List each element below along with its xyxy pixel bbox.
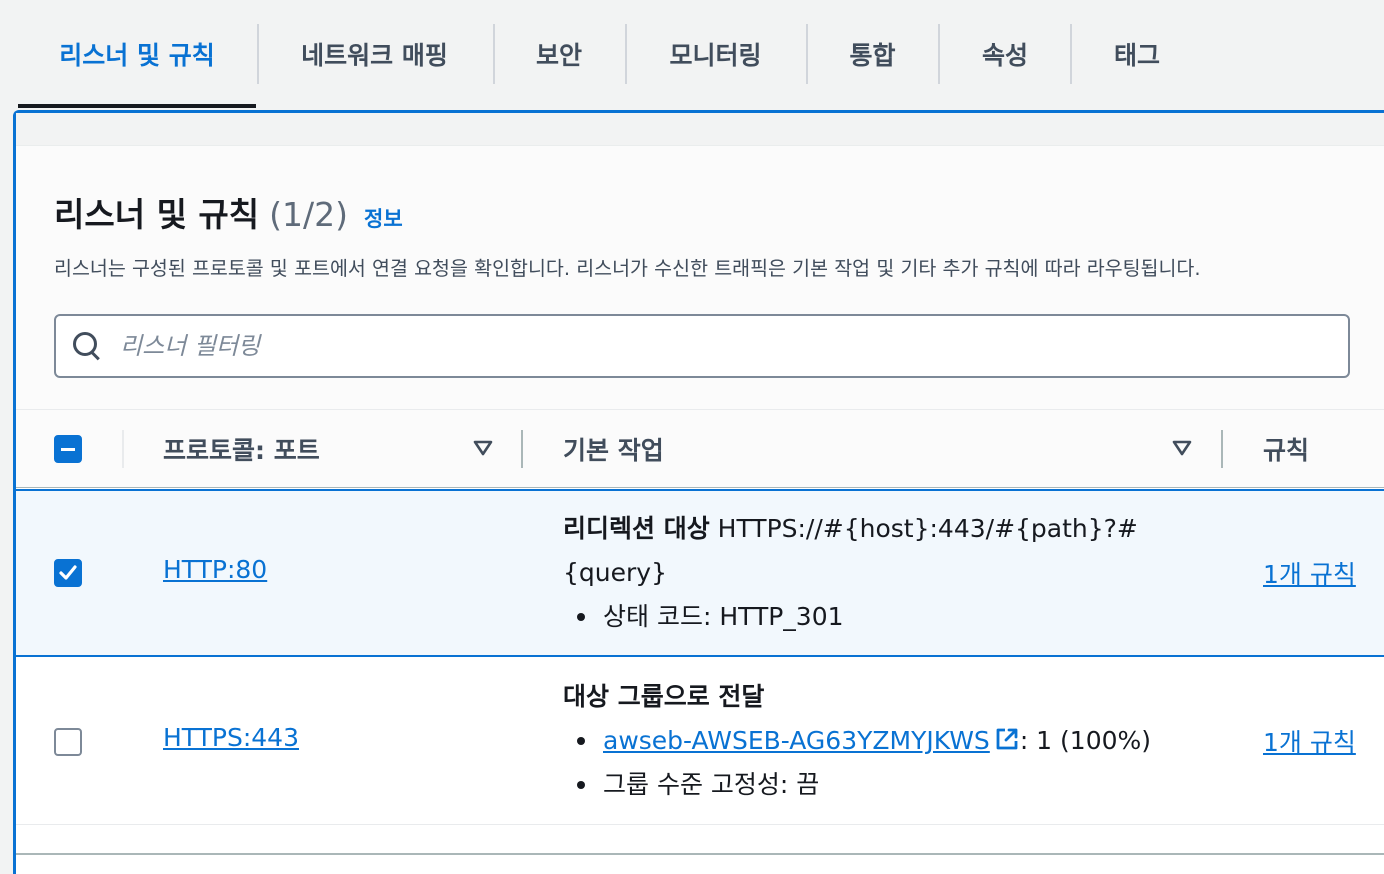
column-divider (122, 430, 124, 468)
external-link-icon[interactable] (994, 726, 1020, 752)
selection-count: (1/2) (269, 195, 348, 234)
status-code: 상태 코드: HTTP_301 (563, 595, 1143, 639)
tab-network-mapping[interactable]: 네트워크 매핑 (256, 0, 493, 108)
table-row[interactable]: HTTPS:443 대상 그룹으로 전달 awseb-AWSEB-AG63YZM… (16, 657, 1384, 825)
target-group-link[interactable]: awseb-AWSEB-AG63YZMYJKWS (603, 726, 990, 755)
listener-link[interactable]: HTTP:80 (163, 555, 267, 584)
tab-tags[interactable]: 태그 (1071, 0, 1203, 108)
sort-icon[interactable] (1172, 440, 1192, 456)
column-header-default-action[interactable]: 기본 작업 (563, 410, 664, 488)
tab-listeners-rules[interactable]: 리스너 및 규칙 (18, 0, 256, 108)
rules-link[interactable]: 1개 규칙 (1263, 555, 1356, 591)
default-action-cell: 대상 그룹으로 전달 awseb-AWSEB-AG63YZMYJKWS : 1 … (563, 675, 1151, 807)
column-header-rules[interactable]: 규칙 (1263, 410, 1309, 488)
stickiness: 그룹 수준 고정성: 끔 (563, 763, 1143, 807)
target-group-item: awseb-AWSEB-AG63YZMYJKWS : 1 (100%) (563, 719, 1151, 763)
tab-divider (938, 24, 940, 84)
row-checkbox[interactable] (54, 728, 82, 756)
action-type: 대상 그룹으로 전달 (563, 682, 765, 711)
action-line: 리디렉션 대상 HTTPS://#{host}:443/#{path}?# (563, 507, 1143, 551)
tab-divider (1070, 24, 1072, 84)
tab-bar: 리스너 및 규칙 네트워크 매핑 보안 모니터링 통합 속성 태그 (18, 0, 1384, 110)
table-row[interactable]: HTTP:80 리디렉션 대상 HTTPS://#{host}:443/#{pa… (16, 489, 1384, 657)
target-group-weight: : 1 (100%) (1019, 726, 1152, 755)
listener-filter-input[interactable] (120, 332, 1320, 360)
action-type: 리디렉션 대상 (563, 514, 710, 543)
panel-title-row: 리스너 및 규칙 (1/2) 정보 (54, 188, 403, 236)
table-header: 프로토콜: 포트 기본 작업 규칙 (16, 410, 1384, 488)
panel-description: 리스너는 구성된 프로토콜 및 포트에서 연결 요청을 확인합니다. 리스너가 … (54, 257, 1201, 280)
redirect-target-cont: {query} (563, 558, 667, 587)
tab-monitoring[interactable]: 모니터링 (625, 0, 806, 108)
default-action-cell: 리디렉션 대상 HTTPS://#{host}:443/#{path}?# {q… (563, 507, 1143, 639)
rules-link[interactable]: 1개 규칙 (1263, 723, 1356, 759)
select-all-checkbox[interactable] (54, 435, 82, 463)
tab-divider (257, 24, 259, 84)
tab-divider (806, 24, 808, 84)
tab-integrations[interactable]: 통합 (806, 0, 939, 108)
search-icon (72, 331, 102, 361)
tab-divider (493, 24, 495, 84)
tab-security[interactable]: 보안 (493, 0, 625, 108)
check-icon (59, 565, 77, 580)
row-checkbox[interactable] (54, 559, 82, 587)
listener-link[interactable]: HTTPS:443 (163, 723, 299, 752)
panel-top-band (16, 113, 1384, 146)
tab-divider (625, 24, 627, 84)
column-divider[interactable] (521, 430, 523, 468)
info-link[interactable]: 정보 (364, 203, 403, 233)
column-header-protocol-port[interactable]: 프로토콜: 포트 (163, 410, 320, 488)
panel-title: 리스너 및 규칙 (54, 195, 260, 234)
listeners-panel: 리스너 및 규칙 (1/2) 정보 리스너는 구성된 프로토콜 및 포트에서 연… (13, 110, 1384, 874)
redirect-target: HTTPS://#{host}:443/#{path}?# (709, 514, 1138, 543)
tab-attributes[interactable]: 속성 (939, 0, 1071, 108)
panel-header: 리스너 및 규칙 (1/2) 정보 리스너는 구성된 프로토콜 및 포트에서 연… (16, 146, 1384, 410)
sort-icon[interactable] (473, 440, 493, 456)
listener-filter[interactable] (54, 314, 1350, 378)
column-divider[interactable] (1221, 430, 1223, 468)
table-footer-divider (16, 853, 1384, 855)
